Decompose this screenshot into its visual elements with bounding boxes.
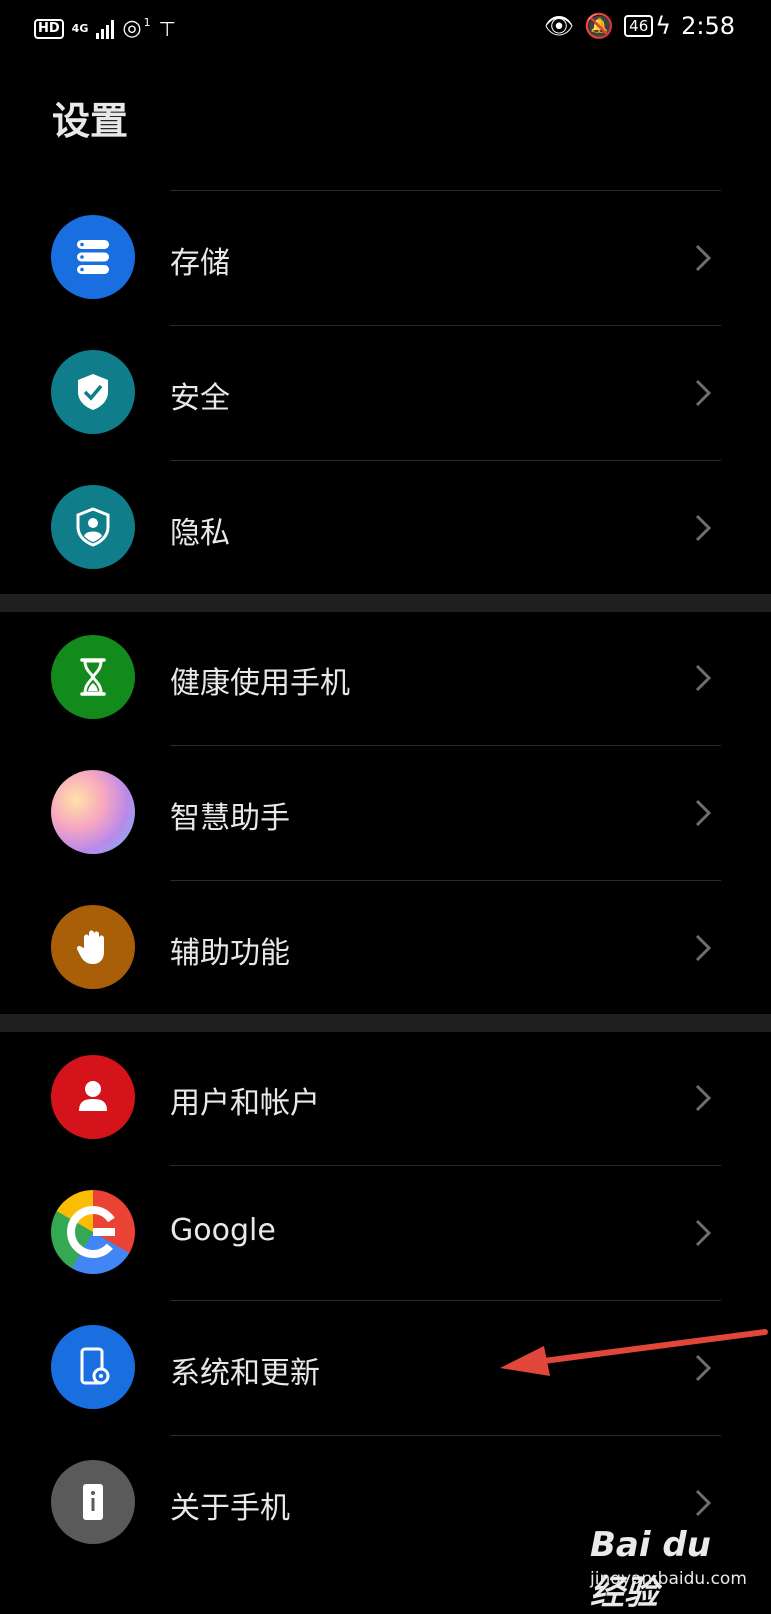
usb-icon: ⊤ (158, 16, 176, 41)
divider (170, 1435, 721, 1436)
network-type: 4G (71, 22, 89, 35)
chevron-right-icon (695, 1084, 712, 1112)
settings-item-storage[interactable]: 存储 (0, 190, 771, 325)
page-title: 设置 (52, 99, 129, 143)
annotation-arrow (500, 1329, 768, 1376)
chevron-right-icon (695, 934, 712, 962)
user-icon (51, 1055, 135, 1139)
settings-item-label: 存储 (170, 246, 230, 281)
system-update-icon (51, 1325, 135, 1409)
settings-item-label: 安全 (170, 381, 230, 416)
hand-icon (51, 905, 135, 989)
settings-item-digital-balance[interactable]: 健康使用手机 (0, 610, 771, 745)
privacy-shield-icon (51, 485, 135, 569)
settings-group-2: 健康使用手机 智慧助手 辅助功能 (0, 610, 771, 1015)
settings-item-label: 辅助功能 (170, 936, 290, 971)
storage-icon (51, 215, 135, 299)
chevron-right-icon (695, 799, 712, 827)
settings-item-label: Google (170, 1213, 276, 1248)
settings-item-label: 隐私 (170, 516, 230, 551)
chevron-right-icon (695, 1219, 712, 1247)
chevron-right-icon (695, 664, 712, 692)
shield-check-icon (51, 350, 135, 434)
divider (170, 325, 721, 326)
divider (170, 1300, 721, 1301)
hourglass-icon (51, 635, 135, 719)
settings-group-1: 存储 安全 隐私 (0, 190, 771, 595)
divider (170, 460, 721, 461)
hotspot-icon: ◎ (122, 16, 142, 41)
chevron-right-icon (695, 514, 712, 542)
signal-icon (96, 19, 115, 39)
settings-item-security[interactable]: 安全 (0, 325, 771, 460)
settings-item-label: 关于手机 (170, 1491, 290, 1526)
divider (170, 745, 721, 746)
watermark-url: jingyan.baidu.com (590, 1569, 747, 1589)
divider (170, 190, 721, 191)
chevron-right-icon (695, 379, 712, 407)
eye-comfort-icon: 👁 (543, 12, 575, 40)
mute-icon: 🔕 (584, 12, 615, 40)
divider (170, 880, 721, 881)
google-icon (51, 1190, 135, 1274)
status-bar: HD 4G ◎ 1 ⊤ 👁 🔕 46 ϟ 2:58 (0, 0, 771, 58)
settings-item-users-accounts[interactable]: 用户和帐户 (0, 1030, 771, 1165)
settings-item-google[interactable]: Google (0, 1165, 771, 1300)
assistant-orb-icon (51, 770, 135, 854)
clock: 2:58 (681, 12, 735, 40)
settings-item-smart-assistant[interactable]: 智慧助手 (0, 745, 771, 880)
hd-badge: HD (34, 18, 64, 39)
settings-item-label: 健康使用手机 (170, 666, 350, 701)
chevron-right-icon (695, 244, 712, 272)
charging-icon: ϟ (655, 12, 672, 40)
baidu-jingyan-watermark: Bai du 经验 jingyan.baidu.com (590, 1487, 750, 1613)
phone-info-icon (51, 1460, 135, 1544)
settings-item-label: 智慧助手 (170, 801, 290, 836)
settings-item-accessibility[interactable]: 辅助功能 (0, 880, 771, 1015)
settings-item-privacy[interactable]: 隐私 (0, 460, 771, 595)
settings-item-label: 系统和更新 (170, 1356, 320, 1391)
battery-level: 46 (624, 15, 654, 37)
settings-item-label: 用户和帐户 (170, 1086, 320, 1121)
divider (170, 1165, 721, 1166)
hotspot-count: 1 (143, 16, 151, 29)
